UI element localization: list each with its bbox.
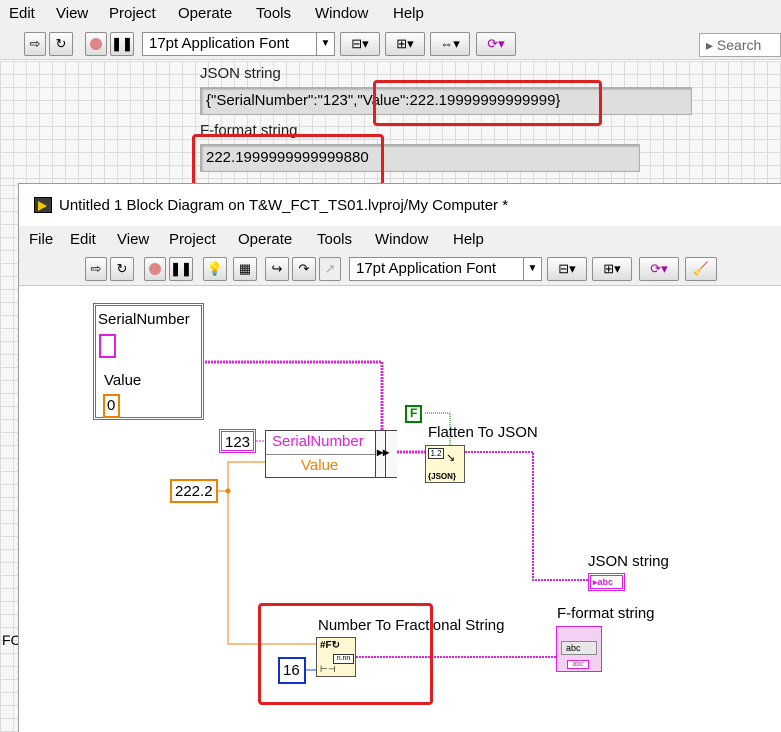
value-constant[interactable]: 222.2 <box>170 479 218 503</box>
wire-value-to-bundle <box>216 461 265 492</box>
highlight-number-to-string <box>258 603 433 705</box>
arrow-down-icon: ↘ <box>446 452 456 464</box>
string-display-glyph: abc <box>561 641 597 655</box>
bundle-by-name-node[interactable]: SerialNumber Value ▸▸ <box>265 430 397 478</box>
cluster-value-label: Value <box>104 372 142 389</box>
cluster-glyph-icon: 1.2 <box>428 448 444 459</box>
wire-cluster-to-bundle <box>205 360 384 430</box>
serial-number-constant[interactable]: 123 <box>219 429 257 453</box>
json-string-terminal[interactable]: ▸abc <box>588 573 625 591</box>
wire-flatten-to-json <box>465 451 588 581</box>
fformat-string-terminal-label: F-format string <box>557 605 655 622</box>
json-string-terminal-label: JSON string <box>588 553 669 570</box>
bundle-divider <box>266 454 376 455</box>
flatten-to-json-node[interactable]: 1.2 ↘ {JSON} <box>425 445 465 483</box>
json-terminal-glyph: abc <box>597 577 614 587</box>
string-type-glyph: abc <box>567 660 589 669</box>
cluster-value-field[interactable]: 0 <box>103 394 120 418</box>
cluster-serialnumber-label: SerialNumber <box>98 311 190 328</box>
cluster-serialnumber-field[interactable] <box>99 334 116 358</box>
arrow-right-icon: ▸▸ <box>377 445 390 459</box>
wire-junction-dot <box>225 488 231 494</box>
bundle-input-terminal: ▸▸ <box>375 431 397 477</box>
flatten-icon-text: {JSON} <box>428 472 457 481</box>
cluster-control[interactable]: SerialNumber Value 0 <box>93 303 204 420</box>
bundle-element-value: Value <box>301 457 339 474</box>
fformat-string-terminal[interactable]: abc abc <box>556 626 602 672</box>
flatten-to-json-label: Flatten To JSON <box>428 424 538 441</box>
bundle-element-serialnumber: SerialNumber <box>272 433 364 450</box>
false-constant[interactable]: F <box>405 405 423 423</box>
